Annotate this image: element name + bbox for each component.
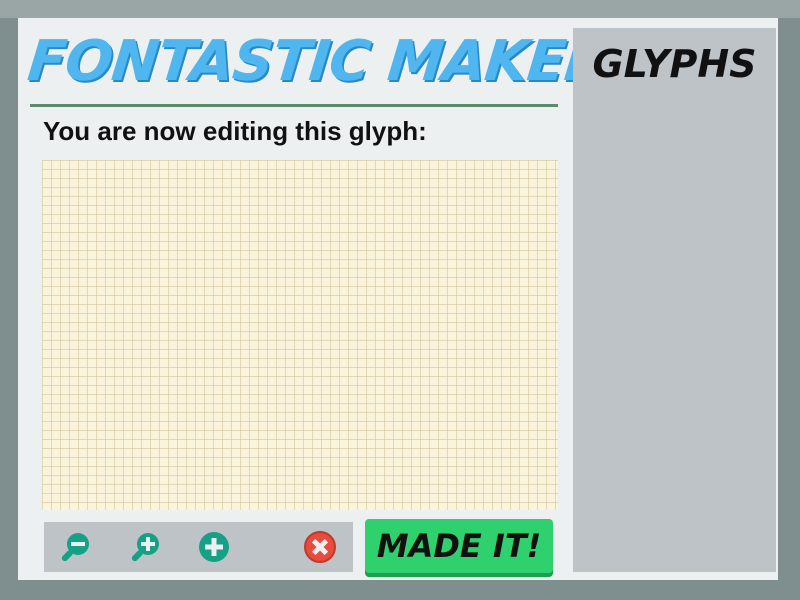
clear-button[interactable]	[302, 529, 338, 565]
title-divider	[30, 104, 558, 107]
made-it-button[interactable]: MADE IT!	[365, 519, 553, 573]
canvas-toolbar	[44, 522, 353, 572]
glyphs-sidebar: GLYPHS	[573, 28, 776, 572]
close-circle-icon	[304, 531, 336, 563]
zoom-out-icon	[61, 533, 89, 562]
zoom-out-button[interactable]	[58, 529, 94, 565]
plus-circle-icon	[199, 532, 229, 562]
app-title: FONTASTIC MAKER	[24, 29, 611, 94]
zoom-in-icon	[131, 533, 159, 562]
add-point-button[interactable]	[196, 529, 232, 565]
zoom-in-button[interactable]	[128, 529, 164, 565]
editing-label: You are now editing this glyph:	[43, 116, 427, 146]
glyphs-title: GLYPHS	[592, 42, 757, 86]
glyph-canvas[interactable]	[42, 160, 558, 510]
frame-top-strip	[0, 0, 800, 18]
